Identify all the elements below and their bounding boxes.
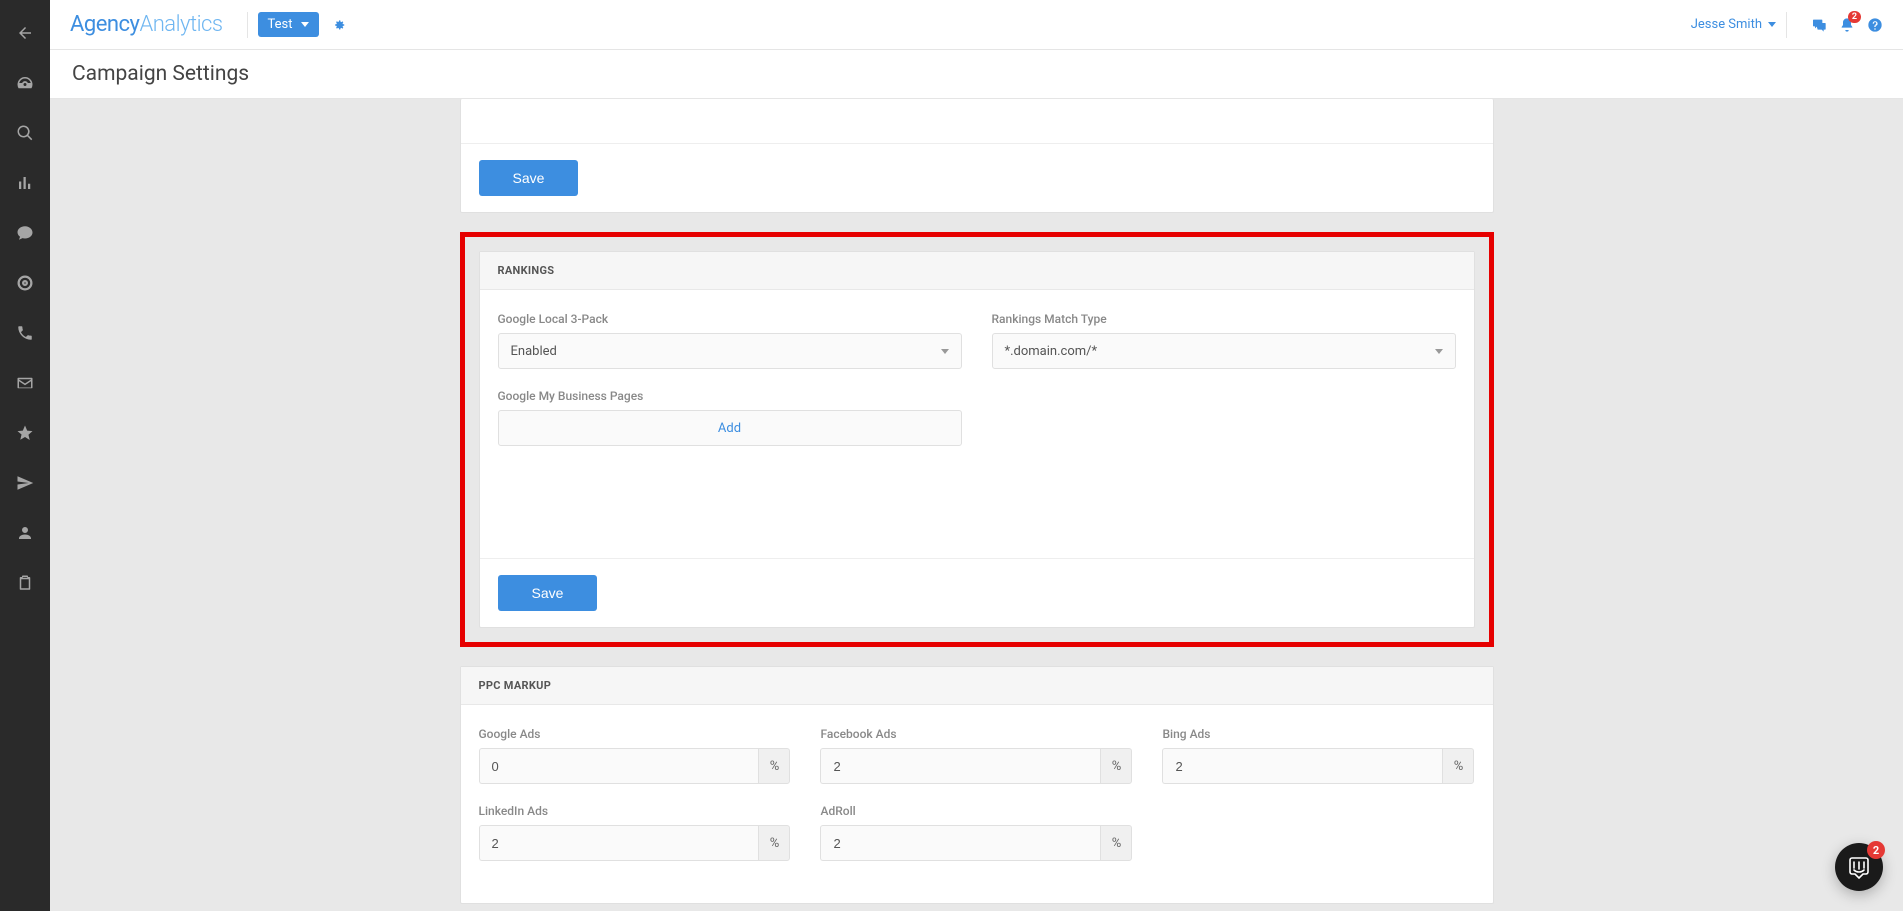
label-google-my-business: Google My Business Pages xyxy=(498,389,962,403)
input-facebook-ads[interactable] xyxy=(820,748,1100,784)
suffix-percent: % xyxy=(1100,825,1132,861)
content-area[interactable]: Save Rankings Google Local 3-Pack Enable… xyxy=(50,99,1903,911)
input-bing-ads[interactable] xyxy=(1162,748,1442,784)
gear-icon xyxy=(332,18,346,32)
panel-ppc-markup: PPC Markup Google Ads % Facebook Ads xyxy=(460,666,1494,904)
search-icon xyxy=(16,124,34,142)
caret-down-icon xyxy=(941,349,949,354)
notifications-count: 2 xyxy=(1848,11,1861,23)
caret-down-icon xyxy=(301,22,309,27)
suffix-percent: % xyxy=(758,825,790,861)
gauge-icon xyxy=(16,74,34,92)
sidebar-mail[interactable] xyxy=(0,358,50,408)
label-adroll: AdRoll xyxy=(820,804,1132,818)
label-google-local-3pack: Google Local 3-Pack xyxy=(498,312,962,326)
campaign-dropdown[interactable]: Test xyxy=(258,12,319,37)
paper-plane-icon xyxy=(16,474,34,492)
input-adroll[interactable] xyxy=(820,825,1100,861)
sidebar-star[interactable] xyxy=(0,408,50,458)
star-icon xyxy=(16,424,34,442)
intercom-icon xyxy=(1847,855,1871,879)
help-icon xyxy=(1867,17,1883,33)
panel-heading-rankings: Rankings xyxy=(480,252,1474,290)
sidebar-back[interactable] xyxy=(0,8,50,58)
help-button[interactable] xyxy=(1867,17,1883,33)
sidebar-clipboard[interactable] xyxy=(0,558,50,608)
add-gmb-page-button[interactable]: Add xyxy=(498,410,962,446)
clipboard-icon xyxy=(16,574,34,592)
sidebar-analytics[interactable] xyxy=(0,158,50,208)
label-facebook-ads: Facebook Ads xyxy=(820,727,1132,741)
sidebar xyxy=(0,0,50,911)
suffix-percent: % xyxy=(1100,748,1132,784)
sidebar-person[interactable] xyxy=(0,508,50,558)
label-linkedin-ads: LinkedIn Ads xyxy=(479,804,791,818)
sidebar-target[interactable] xyxy=(0,258,50,308)
bar-chart-icon xyxy=(16,174,34,192)
messages-icon xyxy=(1811,17,1827,33)
caret-down-icon xyxy=(1768,22,1776,27)
panel-previous: Save xyxy=(460,99,1494,213)
campaign-dropdown-label: Test xyxy=(268,17,293,32)
page-title: Campaign Settings xyxy=(72,62,249,86)
intercom-count: 2 xyxy=(1867,841,1885,859)
phone-icon xyxy=(16,324,34,342)
sidebar-chat[interactable] xyxy=(0,208,50,258)
brand-part2: Analytics xyxy=(139,12,222,37)
sidebar-dashboard[interactable] xyxy=(0,58,50,108)
arrow-left-icon xyxy=(16,24,34,42)
messages-button[interactable] xyxy=(1811,17,1827,33)
target-icon xyxy=(16,274,34,292)
mail-icon xyxy=(16,374,34,392)
user-dropdown[interactable]: Jesse Smith xyxy=(1691,17,1776,32)
label-bing-ads: Bing Ads xyxy=(1162,727,1474,741)
input-google-ads[interactable] xyxy=(479,748,759,784)
topbar: AgencyAnalytics Test Jesse Smith 2 xyxy=(50,0,1903,50)
notifications-button[interactable]: 2 xyxy=(1839,17,1855,33)
user-name: Jesse Smith xyxy=(1691,17,1762,32)
chat-icon xyxy=(16,224,34,242)
person-icon xyxy=(16,524,34,542)
label-google-ads: Google Ads xyxy=(479,727,791,741)
highlight-box: Rankings Google Local 3-Pack Enabled Ran… xyxy=(460,232,1494,647)
page-title-bar: Campaign Settings xyxy=(50,50,1903,99)
suffix-percent: % xyxy=(758,748,790,784)
caret-down-icon xyxy=(1435,349,1443,354)
sidebar-search[interactable] xyxy=(0,108,50,158)
campaign-settings-button[interactable] xyxy=(327,13,351,37)
save-button[interactable]: Save xyxy=(479,160,579,196)
divider xyxy=(247,12,248,38)
suffix-percent: % xyxy=(1442,748,1474,784)
panel-rankings: Rankings Google Local 3-Pack Enabled Ran… xyxy=(479,251,1475,628)
add-button-label: Add xyxy=(718,421,741,436)
divider xyxy=(1786,12,1787,38)
sidebar-send[interactable] xyxy=(0,458,50,508)
select-google-local-3pack[interactable]: Enabled xyxy=(498,333,962,369)
topbar-actions: 2 xyxy=(1811,17,1883,33)
input-linkedin-ads[interactable] xyxy=(479,825,759,861)
select-value: *.domain.com/* xyxy=(1005,344,1098,359)
save-button-rankings[interactable]: Save xyxy=(498,575,598,611)
panel-heading-ppc: PPC Markup xyxy=(461,667,1493,705)
intercom-button[interactable]: 2 xyxy=(1835,843,1883,891)
brand-logo[interactable]: AgencyAnalytics xyxy=(70,12,223,37)
select-rankings-match-type[interactable]: *.domain.com/* xyxy=(992,333,1456,369)
label-rankings-match-type: Rankings Match Type xyxy=(992,312,1456,326)
brand-part1: Agency xyxy=(70,12,139,37)
select-value: Enabled xyxy=(511,344,557,359)
sidebar-phone[interactable] xyxy=(0,308,50,358)
